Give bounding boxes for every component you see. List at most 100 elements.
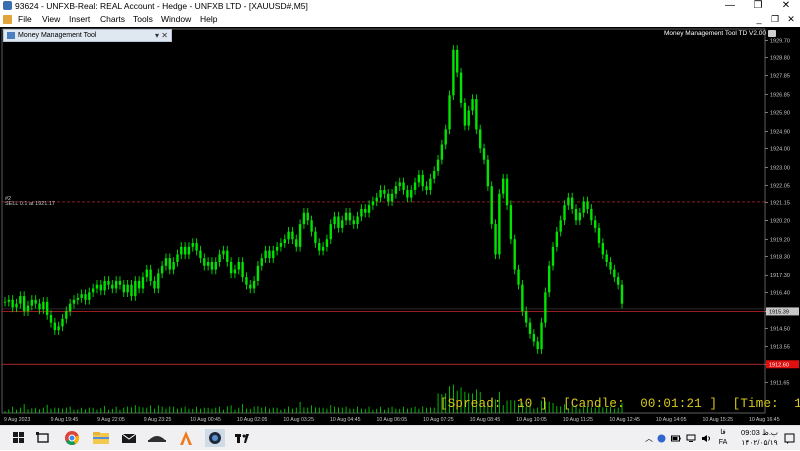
price-tick-label: 1918.30: [770, 254, 790, 260]
candle-body: [410, 190, 413, 198]
candle-body: [620, 284, 624, 304]
mdi-restore-button[interactable]: ❐: [768, 12, 782, 27]
mail-icon[interactable]: [118, 429, 140, 447]
candle-body: [367, 205, 371, 213]
candle-body: [107, 280, 110, 285]
chart-canvas[interactable]: 1929.70 1928.80 1927.85 1926.85 1925.90 1924.…: [0, 27, 800, 425]
candle-body: [509, 205, 513, 240]
candle-body: [448, 95, 451, 130]
network-icon[interactable]: [686, 434, 696, 443]
panel-close-icon[interactable]: ✕: [161, 30, 168, 41]
time-tick-label: 10 Aug 03:25: [283, 417, 314, 423]
candle-body: [65, 311, 68, 319]
candle-body: [337, 216, 340, 228]
candle-body: [80, 294, 83, 298]
candle-body: [237, 261, 240, 270]
panel-title: Money Management Tool: [18, 32, 97, 39]
candle-body: [172, 261, 175, 270]
price-tick-label: 1927.85: [770, 73, 790, 79]
time-tick-label: 10 Aug 10:05: [516, 417, 547, 423]
candle-body: [229, 261, 233, 274]
panel-pin-icon[interactable]: ▾: [155, 30, 159, 41]
close-button[interactable]: ✕: [772, 0, 800, 12]
candle-body: [425, 186, 428, 191]
mdi-close-button[interactable]: ✕: [784, 12, 798, 27]
candle-body: [103, 280, 106, 291]
mdi-minimize-button[interactable]: _: [752, 12, 766, 27]
candle-body: [547, 265, 551, 293]
tray-chevron-icon[interactable]: ︿: [645, 426, 653, 451]
menu-window[interactable]: Window: [161, 12, 191, 27]
candle-body: [390, 193, 394, 202]
candle-body: [440, 144, 444, 160]
metatrader-icon[interactable]: [204, 429, 226, 447]
candle-body: [593, 220, 597, 228]
chrome-icon[interactable]: [61, 429, 83, 447]
candle-body: [272, 250, 275, 259]
battery-icon[interactable]: [671, 434, 681, 443]
price-tick-label: 1919.20: [770, 237, 790, 243]
candle-body: [310, 220, 313, 232]
price-tick-label: 1924.00: [770, 146, 790, 152]
price-tick-label: 1922.05: [770, 183, 790, 189]
time-tick-label: 9 Aug 2023: [4, 417, 30, 423]
candle-body: [287, 231, 290, 240]
tray-app-icon[interactable]: [657, 434, 666, 443]
price-chart[interactable]: 1929.70 1928.80 1927.85 1926.85 1925.90 1924.…: [0, 27, 800, 425]
candle-body: [398, 182, 401, 187]
candle-body: [183, 246, 187, 255]
candle-body: [471, 99, 474, 111]
speaker-icon[interactable]: [701, 434, 711, 443]
candle-body: [609, 261, 612, 270]
windows-start-icon[interactable]: [8, 429, 30, 447]
time-tick-label: 10 Aug 11:25: [563, 417, 593, 423]
menu-view[interactable]: View: [42, 12, 60, 27]
candle-body: [180, 246, 183, 255]
a-app-icon[interactable]: [175, 429, 197, 447]
language-bottom: FA: [718, 439, 728, 446]
menu-insert[interactable]: Insert: [69, 12, 90, 27]
hat-app-icon[interactable]: [146, 429, 168, 447]
time-tick-label: 10 Aug 07:25: [423, 417, 454, 423]
maximize-button[interactable]: ❐: [744, 0, 772, 12]
candle-body: [226, 250, 229, 262]
candle-body: [563, 205, 566, 221]
candle-body: [551, 246, 555, 266]
candle-body: [157, 273, 160, 289]
minimize-button[interactable]: —: [716, 0, 744, 12]
bid-price-label: 1915.39: [769, 309, 789, 315]
tradingview-icon[interactable]: [232, 429, 254, 447]
clock-date: ۱۴۰۲/۰۵/۱۹: [741, 438, 778, 447]
candle-body: [417, 174, 421, 183]
taskbar-clock[interactable]: 09:03 ب.ظ ۱۴۰۲/۰۵/۱۹: [741, 428, 778, 448]
menu-file[interactable]: File: [18, 12, 32, 27]
menu-tools[interactable]: Tools: [133, 12, 153, 27]
candle-body: [421, 174, 424, 187]
language-indicator[interactable]: فا FA: [716, 428, 730, 448]
money-management-panel[interactable]: Money Management Tool ▾ ✕: [3, 29, 172, 42]
window-title: 93624 - UNFXB-Real: REAL Account - Hedge…: [15, 1, 308, 11]
candle-body: [433, 171, 436, 179]
price-tick-label: 1916.40: [770, 290, 790, 296]
time-tick-label: 10 Aug 16:45: [749, 417, 780, 423]
task-view-icon[interactable]: [32, 429, 54, 447]
menu-help[interactable]: Help: [200, 12, 217, 27]
candle-body: [45, 301, 49, 316]
candle-body: [149, 269, 152, 281]
candle-body: [145, 269, 148, 278]
candle-body: [22, 296, 26, 312]
candle-body: [436, 159, 440, 172]
candle-body: [88, 292, 91, 300]
candle-body: [245, 277, 248, 285]
menu-charts[interactable]: Charts: [100, 12, 125, 27]
time-tick-label: 10 Aug 02:05: [237, 417, 268, 423]
camera-icon[interactable]: [768, 30, 776, 37]
chart-window-icon[interactable]: [3, 15, 12, 24]
spread-candle-time-ticker: [Spread: 10 ] [Candle: 00:01:21 ] [Time:…: [440, 397, 800, 411]
candle-body: [95, 284, 99, 289]
notifications-icon[interactable]: [784, 433, 795, 444]
candle-body: [53, 322, 57, 331]
candle-body: [344, 212, 348, 221]
file-explorer-icon[interactable]: [90, 429, 112, 447]
candle-body: [122, 284, 126, 293]
